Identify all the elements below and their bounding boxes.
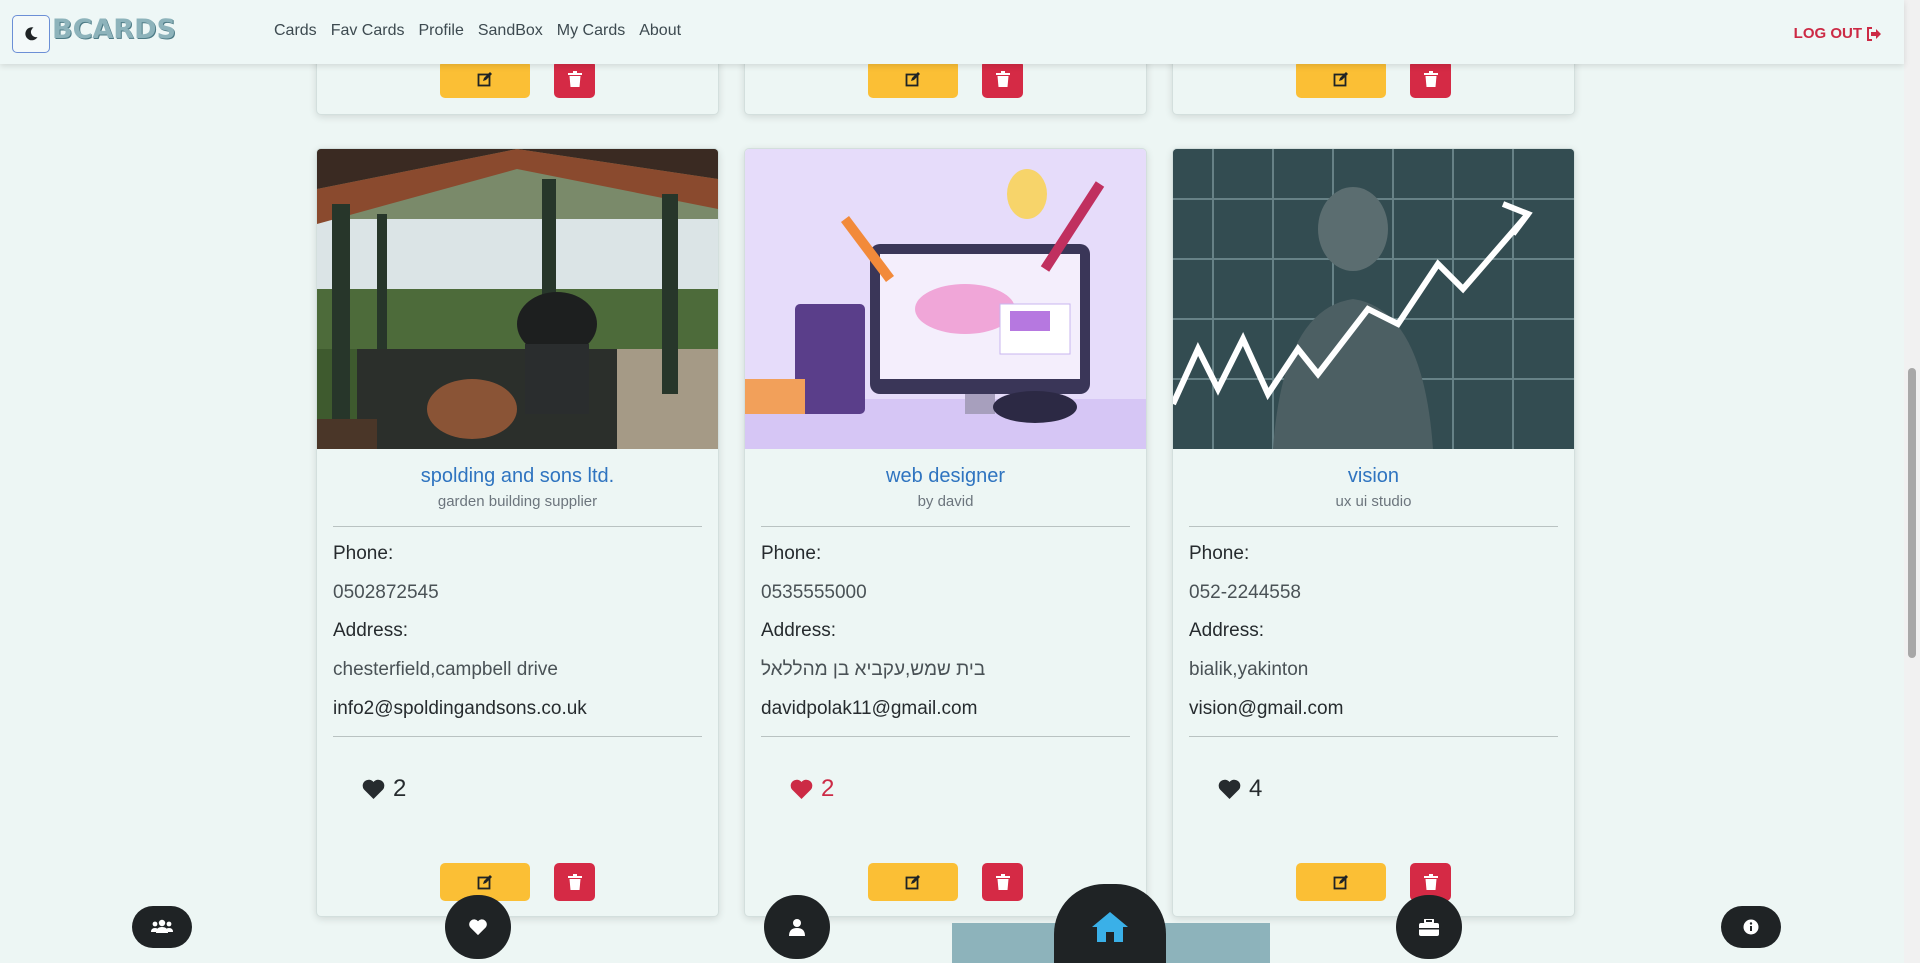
user-icon — [789, 919, 805, 936]
nav-link-sandbox[interactable]: SandBox — [478, 22, 543, 40]
delete-button[interactable] — [982, 863, 1023, 901]
address-label: Address: — [761, 620, 836, 641]
delete-button[interactable] — [1410, 60, 1451, 98]
logo[interactable]: BCARDS — [52, 14, 176, 45]
edit-button[interactable] — [1296, 60, 1386, 98]
nav-link-about[interactable]: About — [639, 22, 681, 40]
logout-label: LOG OUT — [1793, 25, 1862, 42]
card-subtitle: by david — [917, 493, 974, 510]
business-card[interactable]: vision ux ui studio Phone: 052-2244558 A… — [1172, 148, 1575, 917]
delete-button[interactable] — [554, 863, 595, 901]
like-count: 4 — [1249, 775, 1263, 802]
heart-icon — [469, 919, 487, 936]
address-label: Address: — [1189, 620, 1264, 641]
edit-icon — [905, 875, 920, 890]
edit-icon — [1333, 875, 1348, 890]
edit-button[interactable] — [868, 863, 958, 901]
theme-toggle-button[interactable] — [12, 15, 50, 53]
card-subtitle: ux ui studio — [1335, 493, 1412, 510]
nav-link-cards[interactable]: Cards — [274, 22, 317, 40]
card-title: spolding and sons ltd. — [420, 465, 615, 487]
divider — [333, 736, 702, 737]
card-image-stock-chart — [1173, 149, 1574, 449]
address-label: Address: — [333, 620, 408, 641]
business-card[interactable]: web designer by david Phone: 0535555000 … — [744, 148, 1147, 917]
divider — [1189, 736, 1558, 737]
card-subtitle: garden building supplier — [437, 493, 598, 510]
bottom-nav-home[interactable] — [1054, 884, 1166, 963]
phone-value: 0535555000 — [761, 582, 867, 603]
bottom-nav-favorites[interactable] — [445, 895, 511, 959]
card-title: vision — [1347, 465, 1400, 487]
nav-link-my-cards[interactable]: My Cards — [557, 22, 625, 40]
bottom-nav-about[interactable] — [1721, 906, 1781, 948]
like-toggle[interactable]: 4 — [1217, 775, 1574, 803]
address-value: bialik,yakinton — [1189, 659, 1309, 680]
like-toggle[interactable]: 2 — [789, 775, 1146, 803]
sign-out-icon — [1867, 26, 1881, 41]
card-image-web-design — [745, 149, 1146, 449]
email-value: davidpolak11@gmail.com — [761, 698, 978, 719]
scrollbar-thumb[interactable] — [1908, 368, 1916, 658]
users-icon — [151, 919, 173, 933]
divider — [761, 736, 1130, 737]
edit-icon — [905, 72, 920, 87]
bottom-nav-my-cards[interactable] — [1396, 895, 1462, 959]
nav-link-fav-cards[interactable]: Fav Cards — [331, 22, 405, 40]
delete-button[interactable] — [982, 60, 1023, 98]
email-value: info2@spoldingandsons.co.uk — [333, 698, 587, 719]
info-icon — [1743, 919, 1759, 935]
trash-icon — [567, 874, 582, 890]
edit-icon — [477, 72, 492, 87]
trash-icon — [1423, 874, 1438, 890]
heart-icon — [1218, 779, 1241, 799]
phone-value: 0502872545 — [333, 582, 439, 603]
edit-button[interactable] — [1296, 863, 1386, 901]
phone-label: Phone: — [761, 543, 822, 564]
top-navbar: BCARDS Cards Fav Cards Profile SandBox M… — [0, 0, 1904, 64]
divider — [761, 526, 1130, 527]
edit-button[interactable] — [440, 60, 530, 98]
address-value: chesterfield,campbell drive — [333, 659, 558, 680]
nav-links: Cards Fav Cards Profile SandBox My Cards… — [274, 22, 695, 40]
like-count: 2 — [393, 775, 407, 802]
trash-icon — [995, 874, 1010, 890]
phone-label: Phone: — [333, 543, 394, 564]
divider — [1189, 526, 1558, 527]
home-icon — [1092, 912, 1128, 942]
delete-button[interactable] — [554, 60, 595, 98]
page-scrollbar[interactable] — [1904, 0, 1920, 963]
nav-link-profile[interactable]: Profile — [418, 22, 463, 40]
bottom-nav-profile[interactable] — [764, 895, 830, 959]
moon-icon — [25, 27, 38, 41]
card-title: web designer — [886, 465, 1005, 487]
edit-icon — [477, 875, 492, 890]
divider — [333, 526, 702, 527]
trash-icon — [1423, 71, 1438, 87]
heart-icon — [790, 779, 813, 799]
business-card[interactable]: spolding and sons ltd. garden building s… — [316, 148, 719, 917]
logout-button[interactable]: LOG OUT — [1794, 25, 1882, 42]
address-value: בית שמש,עקביא בן מהללאל — [761, 659, 986, 680]
like-toggle[interactable]: 2 — [361, 775, 718, 803]
phone-value: 052-2244558 — [1189, 582, 1301, 603]
phone-label: Phone: — [1189, 543, 1250, 564]
edit-button[interactable] — [868, 60, 958, 98]
briefcase-icon — [1419, 918, 1439, 936]
trash-icon — [995, 71, 1010, 87]
like-count: 2 — [821, 775, 835, 802]
email-value: vision@gmail.com — [1189, 698, 1344, 719]
heart-icon — [362, 779, 385, 799]
trash-icon — [567, 71, 582, 87]
card-image-gazebo — [317, 149, 718, 449]
edit-icon — [1333, 72, 1348, 87]
bottom-nav-users[interactable] — [132, 906, 192, 948]
